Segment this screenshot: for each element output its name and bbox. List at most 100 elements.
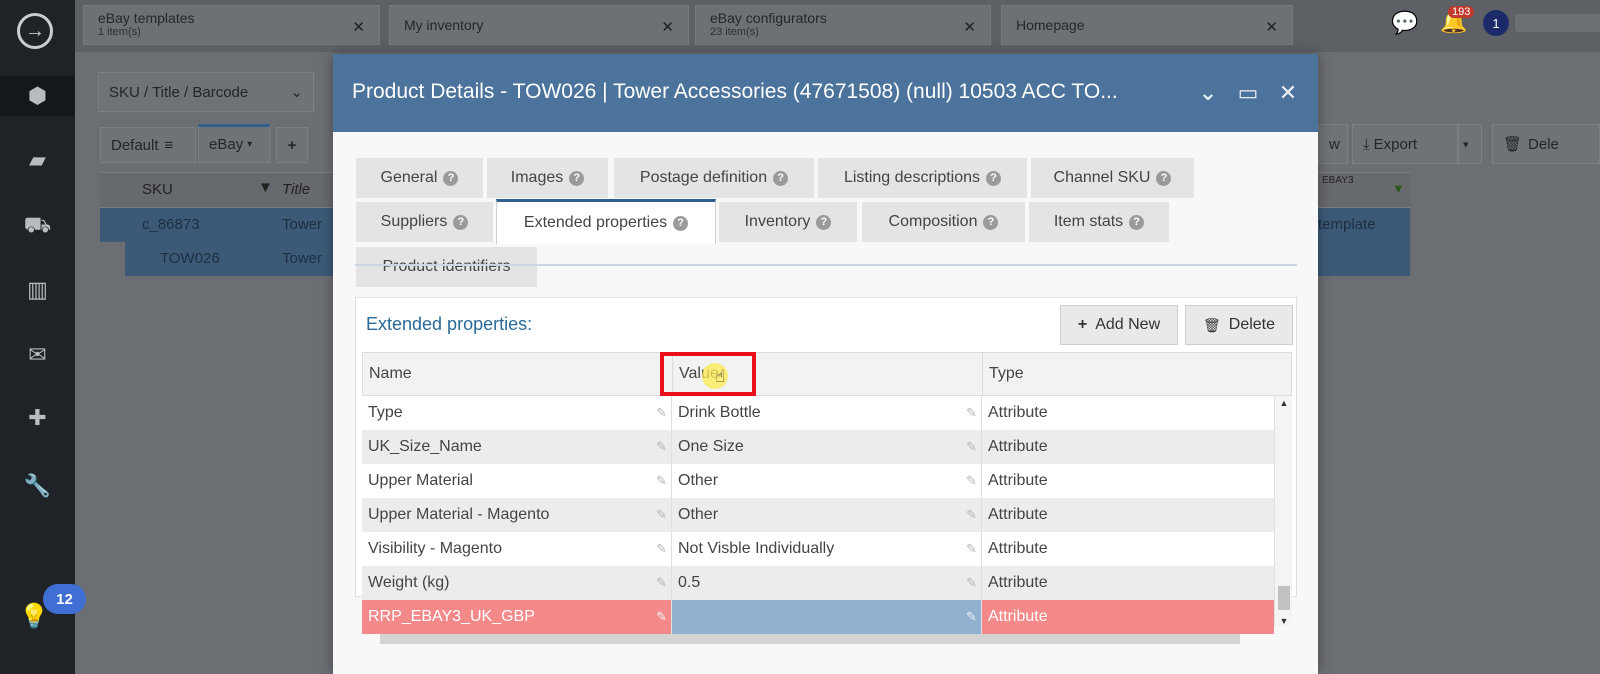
add-new-button[interactable]: + Add New: [1060, 305, 1178, 345]
cell-name-text: Visibility - Magento: [368, 540, 502, 557]
cell-name[interactable]: RRP_EBAY3_UK_GBP ✎: [362, 600, 672, 634]
book-icon[interactable]: ▰: [0, 140, 75, 180]
tab-postage-definition[interactable]: Postage definition?: [614, 158, 814, 198]
top-tab-homepage[interactable]: Homepage ✕: [1001, 5, 1293, 45]
cell-type[interactable]: Attribute: [982, 532, 1274, 566]
cell-name[interactable]: Upper Material ✎: [362, 464, 672, 498]
cell-type[interactable]: Attribute: [982, 396, 1274, 430]
cell-name[interactable]: Upper Material - Magento ✎: [362, 498, 672, 532]
cell-value[interactable]: Not Visble Individually ✎: [672, 532, 982, 566]
top-tab-ebay-templates[interactable]: eBay templates 1 item(s) ✕: [83, 5, 380, 45]
chat-icon[interactable]: 💬: [1391, 10, 1418, 36]
edit-icon[interactable]: ✎: [656, 541, 667, 557]
background-delete-button[interactable]: 🗑 Dele: [1492, 124, 1600, 164]
puzzle-icon[interactable]: ✚: [0, 398, 75, 438]
cell-type[interactable]: Attribute: [982, 498, 1274, 532]
edit-icon[interactable]: ✎: [656, 575, 667, 591]
tab-extended-properties[interactable]: Extended properties?: [496, 199, 716, 244]
edit-icon[interactable]: ✎: [966, 473, 977, 489]
edit-icon[interactable]: ✎: [966, 439, 977, 455]
edit-icon[interactable]: ✎: [966, 507, 977, 523]
table-row[interactable]: Visibility - Magento ✎ Not Visble Individ…: [362, 532, 1274, 566]
tab-images[interactable]: Images?: [487, 158, 608, 198]
cell-value[interactable]: Other ✎: [672, 498, 982, 532]
close-icon[interactable]: ✕: [352, 18, 365, 36]
scroll-up-icon[interactable]: ▲: [1275, 398, 1293, 408]
tab-channel-sku[interactable]: Channel SKU?: [1031, 158, 1194, 198]
top-tab-my-inventory[interactable]: My inventory ✕: [389, 5, 689, 45]
cell-name[interactable]: Type ✎: [362, 396, 672, 430]
close-icon[interactable]: ✕: [661, 18, 674, 36]
app-logo-icon[interactable]: →: [17, 13, 53, 49]
cell-value[interactable]: One Size ✎: [672, 430, 982, 464]
grid-header: Name Value Type ☝: [362, 352, 1292, 396]
edit-icon[interactable]: ✎: [966, 541, 977, 557]
scroll-down-icon[interactable]: ▼: [1275, 616, 1293, 626]
horizontal-scrollbar[interactable]: [380, 634, 1240, 644]
cell-name[interactable]: UK_Size_Name ✎: [362, 430, 672, 464]
cell-type-text: Attribute: [988, 540, 1048, 557]
cell-value-text: Not Visble Individually: [678, 540, 835, 557]
add-view-button[interactable]: +: [276, 127, 308, 163]
user-name[interactable]: [1515, 14, 1600, 32]
edit-icon[interactable]: ✎: [966, 405, 977, 421]
edit-icon[interactable]: ✎: [656, 609, 667, 625]
cell-type[interactable]: Attribute: [982, 430, 1274, 464]
filter-icon[interactable]: ▼: [258, 179, 273, 196]
partial-button[interactable]: w: [1318, 124, 1348, 164]
table-row[interactable]: Type ✎ Drink Bottle ✎ Attribute: [362, 396, 1274, 430]
notification-badge[interactable]: 12: [43, 584, 86, 614]
table-row[interactable]: UK_Size_Name ✎ One Size ✎ Attribute: [362, 430, 1274, 464]
table-row[interactable]: Upper Material ✎ Other ✎ Attribute: [362, 464, 1274, 498]
tab-suppliers[interactable]: Suppliers?: [356, 202, 493, 242]
vertical-scrollbar[interactable]: ▲ ▼: [1274, 396, 1292, 626]
cell-type[interactable]: Attribute: [982, 600, 1274, 634]
cell-type[interactable]: Attribute: [982, 566, 1274, 600]
export-dropdown-button[interactable]: ▾: [1458, 124, 1482, 164]
cell-value[interactable]: 0.5 ✎: [672, 566, 982, 600]
view-ebay-tab[interactable]: eBay ▾: [198, 124, 270, 163]
scrollbar-thumb[interactable]: [1278, 586, 1290, 610]
close-icon[interactable]: ✕: [1265, 18, 1278, 36]
wrench-icon[interactable]: 🔧: [0, 466, 75, 506]
cell-value[interactable]: ✎: [672, 600, 982, 634]
delete-button[interactable]: 🗑 Delete: [1185, 305, 1293, 345]
export-button[interactable]: ⤓ Export: [1352, 124, 1458, 164]
chevron-down-icon[interactable]: ⌄: [1195, 80, 1221, 106]
cell-name[interactable]: Visibility - Magento ✎: [362, 532, 672, 566]
table-row[interactable]: Weight (kg) ✎ 0.5 ✎ Attribute: [362, 566, 1274, 600]
search-type-select[interactable]: SKU / Title / Barcode ⌄: [98, 72, 314, 112]
close-icon[interactable]: ✕: [963, 18, 976, 36]
tab-listing-descriptions[interactable]: Listing descriptions?: [818, 158, 1027, 198]
table-row-selected[interactable]: RRP_EBAY3_UK_GBP ✎ ✎ Attribute: [362, 600, 1274, 634]
cell-value[interactable]: Drink Bottle ✎: [672, 396, 982, 430]
cell-value[interactable]: Other ✎: [672, 464, 982, 498]
maximize-icon[interactable]: ▭: [1235, 80, 1261, 106]
cell-type[interactable]: Attribute: [982, 464, 1274, 498]
column-header-type[interactable]: Type: [983, 353, 1291, 395]
edit-icon[interactable]: ✎: [966, 575, 977, 591]
table-row[interactable]: Upper Material - Magento ✎ Other ✎ Attribu…: [362, 498, 1274, 532]
cubes-icon[interactable]: ⬢: [0, 76, 75, 116]
tab-item-stats[interactable]: Item stats?: [1029, 202, 1169, 242]
tab-product-identifiers[interactable]: Product identifiers: [356, 247, 537, 287]
edit-icon[interactable]: ✎: [966, 609, 977, 625]
bar-chart-icon[interactable]: ▥: [0, 270, 75, 310]
edit-icon[interactable]: ✎: [656, 439, 667, 455]
tab-general[interactable]: General?: [356, 158, 483, 198]
view-ebay-label: eBay: [209, 136, 244, 153]
envelope-icon[interactable]: ✉: [0, 335, 75, 375]
edit-icon[interactable]: ✎: [656, 507, 667, 523]
tab-composition[interactable]: Composition?: [862, 202, 1025, 242]
truck-icon[interactable]: ⛟: [0, 206, 75, 246]
edit-icon[interactable]: ✎: [656, 405, 667, 421]
column-header-name[interactable]: Name: [363, 353, 673, 395]
tab-inventory[interactable]: Inventory?: [719, 202, 857, 242]
edit-icon[interactable]: ✎: [656, 473, 667, 489]
top-tab-ebay-configurators[interactable]: eBay configurators 23 item(s) ✕: [695, 5, 991, 45]
avatar[interactable]: 1: [1483, 10, 1509, 36]
cell-name[interactable]: Weight (kg) ✎: [362, 566, 672, 600]
filter-icon[interactable]: ▼: [1392, 181, 1405, 196]
view-default-tab[interactable]: Default ≡: [100, 127, 196, 163]
close-icon[interactable]: ✕: [1275, 80, 1301, 106]
